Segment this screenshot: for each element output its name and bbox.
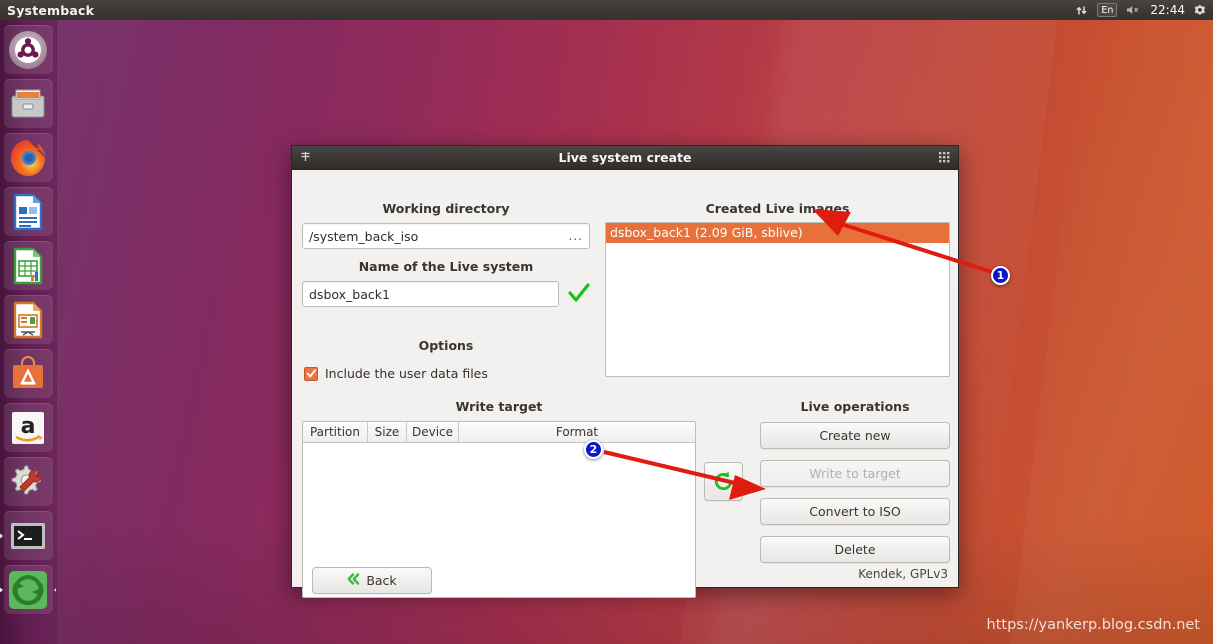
column-header-size[interactable]: Size — [368, 422, 407, 442]
menu-pin-icon[interactable] — [299, 148, 312, 167]
resize-grip-icon[interactable] — [939, 148, 952, 167]
created-live-images-label: Created Live images — [705, 201, 850, 216]
firefox-icon — [11, 139, 45, 176]
delete-button[interactable]: Delete — [760, 536, 950, 563]
system-tray: En 22:44 — [1075, 0, 1213, 20]
ubuntu-logo-icon — [9, 30, 47, 69]
svg-text:a: a — [21, 414, 36, 439]
green-check-icon — [566, 280, 592, 310]
sidebar-item-ubuntu-software[interactable] — [3, 349, 53, 398]
systemback-recycle-icon — [9, 570, 47, 609]
credit-text: Kendek, GPLv3 — [858, 567, 948, 581]
amazon-icon: a — [12, 411, 44, 444]
working-directory-input[interactable]: /system_back_iso ... — [302, 223, 590, 249]
live-system-name-value: dsbox_back1 — [309, 286, 390, 302]
write-target-label: Write target — [455, 399, 543, 414]
sidebar-item-libreoffice-writer[interactable] — [3, 187, 53, 236]
live-system-name-label: Name of the Live system — [358, 259, 534, 274]
column-header-format[interactable]: Format — [459, 422, 695, 442]
back-button-label: Back — [366, 573, 397, 588]
created-live-images-selected-item[interactable]: dsbox_back1 (2.09 GiB, sblive) — [606, 223, 949, 243]
write-target-table-header: Partition Size Device Format — [303, 422, 695, 443]
double-chevron-left-icon — [347, 573, 360, 588]
watermark-text: https://yankerp.blog.csdn.net — [986, 617, 1200, 633]
window-titlebar[interactable]: Live system create — [292, 146, 958, 170]
convert-to-iso-button[interactable]: Convert to ISO — [760, 498, 950, 525]
sidebar-item-firefox[interactable] — [3, 133, 53, 182]
sidebar-item-libreoffice-impress[interactable] — [3, 295, 53, 344]
created-live-images-list[interactable]: dsbox_back1 (2.09 GiB, sblive) — [605, 222, 950, 377]
browse-directory-button[interactable]: ... — [569, 230, 583, 242]
volume-muted-icon[interactable] — [1126, 0, 1141, 20]
checkbox-checked-icon — [304, 366, 318, 381]
window-title: Live system create — [558, 150, 692, 165]
write-to-target-button: Write to target — [760, 460, 950, 487]
panel-app-title[interactable]: Systemback — [7, 3, 94, 18]
working-directory-value: /system_back_iso — [309, 228, 419, 244]
window-body: Working directory /system_back_iso ... N… — [292, 170, 958, 598]
focused-indicator — [53, 585, 56, 594]
live-system-create-window: Live system create Working directory /sy… — [291, 145, 959, 598]
gear-icon[interactable] — [1194, 0, 1207, 20]
running-indicator — [0, 531, 3, 540]
sidebar-item-system-settings[interactable] — [3, 457, 53, 506]
calc-spreadsheet-icon — [13, 247, 43, 284]
sidebar-item-files[interactable] — [3, 79, 53, 128]
live-operations-label: Live operations — [800, 399, 910, 414]
network-updown-icon[interactable] — [1075, 0, 1088, 20]
live-system-name-input[interactable]: dsbox_back1 — [302, 281, 559, 307]
include-user-data-label: Include the user data files — [325, 366, 488, 381]
refresh-button[interactable] — [704, 462, 743, 501]
create-new-button[interactable]: Create new — [760, 422, 950, 449]
clock[interactable]: 22:44 — [1150, 3, 1185, 17]
sidebar-item-libreoffice-calc[interactable] — [3, 241, 53, 290]
sidebar-item-terminal[interactable] — [0, 511, 53, 560]
gear-wrench-icon — [11, 465, 42, 494]
column-header-partition[interactable]: Partition — [303, 422, 368, 442]
options-label: Options — [418, 338, 474, 353]
terminal-icon — [11, 522, 45, 549]
running-indicator — [0, 585, 3, 594]
file-cabinet-icon — [11, 89, 45, 117]
keyboard-layout-indicator[interactable]: En — [1097, 3, 1118, 17]
writer-document-icon — [13, 193, 43, 230]
unity-launcher: a — [0, 20, 57, 644]
impress-presentation-icon — [13, 301, 43, 338]
sidebar-item-ubuntu-dash[interactable] — [3, 25, 53, 74]
back-button[interactable]: Back — [312, 567, 432, 594]
refresh-icon — [714, 471, 733, 491]
sidebar-item-systemback[interactable] — [0, 565, 56, 614]
sidebar-item-amazon[interactable]: a — [3, 403, 53, 452]
column-header-device[interactable]: Device — [407, 422, 459, 442]
top-panel: Systemback En 22:44 — [0, 0, 1213, 20]
software-bag-icon — [13, 355, 43, 388]
include-user-data-checkbox[interactable]: Include the user data files — [304, 366, 488, 381]
working-directory-label: Working directory — [382, 201, 510, 216]
